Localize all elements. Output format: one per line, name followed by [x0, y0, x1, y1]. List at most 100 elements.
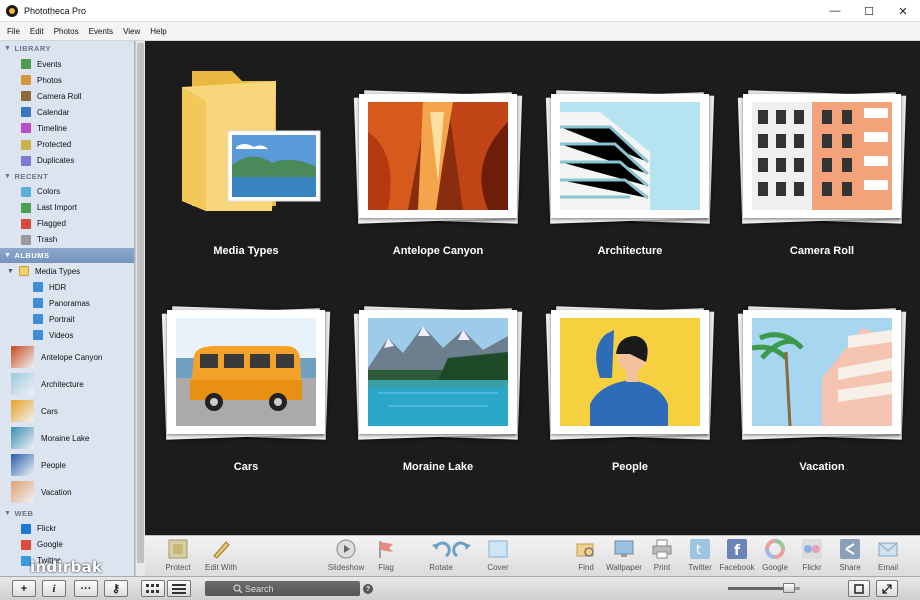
- sidebar-album-moraine-lake[interactable]: Moraine Lake: [0, 425, 134, 452]
- section-header-albums[interactable]: ▼ ALBUMS: [0, 248, 134, 264]
- status-bar: + i ··· ⚷ Search ?: [0, 576, 920, 600]
- google-button[interactable]: Google: [759, 538, 791, 576]
- album-tile-architecture[interactable]: Architecture: [534, 61, 726, 276]
- google-icon: [21, 539, 31, 550]
- collapse-triangle-icon[interactable]: ▼: [4, 510, 11, 517]
- slideshow-button[interactable]: Slideshow: [326, 538, 366, 576]
- section-header-library[interactable]: ▼ LIBRARY: [0, 41, 134, 56]
- sidebar-album-people[interactable]: People: [0, 452, 134, 479]
- wallpaper-button[interactable]: Wallpaper: [603, 538, 645, 576]
- grid-view-button[interactable]: [141, 580, 165, 597]
- sidebar-item-label: Portrait: [49, 314, 75, 324]
- menu-photos[interactable]: Photos: [49, 27, 84, 36]
- album-thumbnail: [11, 427, 34, 449]
- twitter-button[interactable]: t Twitter: [683, 538, 717, 576]
- timeline-icon: [21, 123, 31, 134]
- search-icon: [233, 584, 243, 594]
- more-button[interactable]: ···: [74, 580, 98, 597]
- section-header-web[interactable]: ▼ WEB: [0, 506, 134, 521]
- section-header-recent[interactable]: ▼ RECENT: [0, 169, 134, 184]
- sidebar-item-flagged[interactable]: Flagged: [0, 216, 134, 232]
- sidebar-item-camera-roll[interactable]: Camera Roll: [0, 88, 134, 104]
- share-button[interactable]: Share: [837, 538, 863, 576]
- album-tile-antelope-canyon[interactable]: Antelope Canyon: [342, 61, 534, 276]
- cover-label: Cover: [487, 563, 509, 572]
- email-button[interactable]: Email: [874, 538, 902, 576]
- add-button[interactable]: +: [12, 580, 36, 597]
- sidebar-item-trash[interactable]: Trash: [0, 232, 134, 248]
- menu-view[interactable]: View: [118, 27, 145, 36]
- sidebar-item-label: People: [41, 460, 66, 470]
- sidebar-item-label: HDR: [49, 282, 67, 292]
- scrollbar-thumb[interactable]: [137, 43, 144, 563]
- album-tile-people[interactable]: People: [534, 277, 726, 492]
- sidebar-item-media-types[interactable]: ▼ Media Types: [0, 263, 134, 279]
- collapse-triangle-icon[interactable]: ▼: [4, 173, 11, 180]
- sidebar-item-label: Timeline: [37, 123, 67, 133]
- help-button[interactable]: ?: [363, 584, 373, 594]
- menu-help[interactable]: Help: [145, 27, 171, 36]
- menu-edit[interactable]: Edit: [25, 27, 49, 36]
- smart-album-icon: [33, 298, 43, 309]
- sidebar-item-colors[interactable]: Colors: [0, 184, 134, 200]
- album-thumbnail: [11, 454, 34, 476]
- rotate-right-button[interactable]: [451, 538, 473, 576]
- cover-button[interactable]: Cover: [483, 538, 513, 576]
- sidebar-scrollbar[interactable]: [135, 41, 145, 576]
- sidebar-item-panoramas[interactable]: Panoramas: [0, 295, 134, 311]
- sidebar-album-antelope-canyon[interactable]: Antelope Canyon: [0, 344, 134, 371]
- list-view-icon: [172, 583, 186, 594]
- print-button[interactable]: Print: [650, 538, 674, 576]
- menu-file[interactable]: File: [2, 27, 25, 36]
- sidebar-album-architecture[interactable]: Architecture: [0, 371, 134, 398]
- close-button[interactable]: ✕: [886, 0, 920, 22]
- sidebar-item-duplicates[interactable]: Duplicates: [0, 153, 134, 169]
- sidebar-item-last-import[interactable]: Last Import: [0, 200, 134, 216]
- sidebar-item-timeline[interactable]: Timeline: [0, 120, 134, 136]
- sidebar-item-portrait[interactable]: Portrait: [0, 311, 134, 327]
- facebook-button[interactable]: f Facebook: [718, 538, 756, 576]
- folder-icon: [172, 61, 322, 223]
- key-button[interactable]: ⚷: [104, 580, 128, 597]
- sidebar-item-videos[interactable]: Videos: [0, 327, 134, 343]
- search-input[interactable]: Search: [205, 581, 360, 596]
- album-tile-moraine-lake[interactable]: Moraine Lake: [342, 277, 534, 492]
- find-button[interactable]: Find: [572, 538, 600, 576]
- album-tile-media-types[interactable]: Media Types: [150, 61, 342, 276]
- sidebar-album-cars[interactable]: Cars: [0, 398, 134, 425]
- flag-button[interactable]: Flag: [372, 538, 400, 576]
- single-view-button[interactable]: [848, 580, 870, 597]
- minimize-button[interactable]: —: [818, 0, 852, 22]
- rotate-left-icon: [430, 538, 452, 560]
- flickr-button[interactable]: Flickr: [799, 538, 825, 576]
- list-view-button[interactable]: [167, 580, 191, 597]
- zoom-slider[interactable]: [728, 583, 800, 593]
- envelope-icon: [877, 538, 899, 560]
- sidebar-item-flickr[interactable]: Flickr: [0, 521, 134, 537]
- sidebar-item-google[interactable]: Google: [0, 537, 134, 553]
- collapse-triangle-icon[interactable]: ▼: [4, 45, 11, 52]
- sidebar-item-photos[interactable]: Photos: [0, 72, 134, 88]
- expand-triangle-icon[interactable]: ▼: [7, 268, 14, 275]
- album-title: Vacation: [799, 461, 845, 473]
- maximize-button[interactable]: ☐: [852, 0, 886, 22]
- info-button[interactable]: i: [42, 580, 66, 597]
- sidebar-item-label: Videos: [49, 330, 74, 340]
- fullscreen-button[interactable]: [876, 580, 898, 597]
- album-tile-camera-roll[interactable]: Camera Roll: [726, 61, 918, 276]
- sidebar-item-protected[interactable]: Protected: [0, 136, 134, 152]
- protect-button[interactable]: Protect: [161, 538, 195, 576]
- collapse-triangle-icon[interactable]: ▼: [4, 252, 11, 259]
- sidebar-item-hdr[interactable]: HDR: [0, 279, 134, 295]
- zoom-slider-knob[interactable]: [783, 583, 796, 593]
- edit-with-button[interactable]: Edit With: [201, 538, 241, 576]
- menu-events[interactable]: Events: [84, 27, 118, 36]
- sidebar-album-vacation[interactable]: Vacation: [0, 479, 134, 506]
- album-cover-image: [560, 318, 700, 426]
- album-title: Cars: [233, 461, 259, 473]
- sidebar-item-events[interactable]: Events: [0, 56, 134, 72]
- album-tile-cars[interactable]: Cars: [150, 277, 342, 492]
- album-tile-vacation[interactable]: Vacation: [726, 277, 918, 492]
- sidebar-item-calendar[interactable]: Calendar: [0, 104, 134, 120]
- rotate-right-icon: [451, 538, 473, 560]
